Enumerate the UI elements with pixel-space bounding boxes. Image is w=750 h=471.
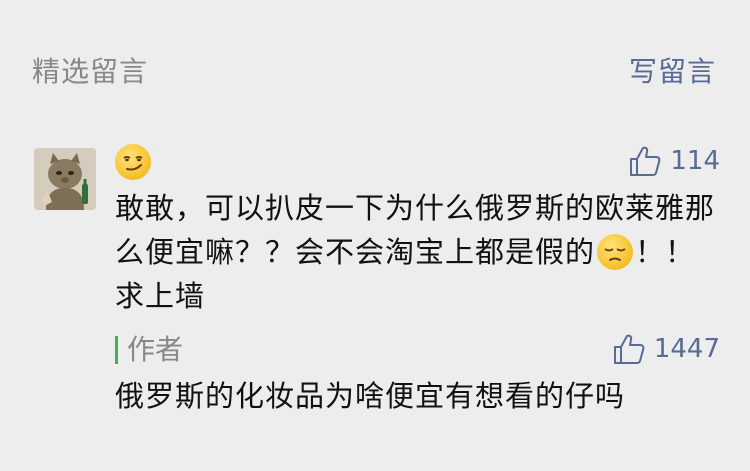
comment-item: 114 敢敢，可以扒皮一下为什么俄罗斯的欧莱雅那么便宜嘛？？会不会淘宝上都是假的…	[0, 142, 750, 442]
cat-avatar-icon	[34, 148, 96, 210]
comment-first-line: 114	[115, 144, 720, 184]
section-header: 精选留言 写留言	[32, 50, 716, 90]
reply-indicator-bar	[115, 336, 118, 364]
thumbs-up-icon	[630, 146, 661, 176]
comment-like-button[interactable]: 114	[628, 144, 720, 178]
write-comment-link[interactable]: 写留言	[629, 50, 716, 90]
avatar[interactable]	[34, 148, 96, 210]
reply-like-count: 1447	[653, 334, 720, 364]
reply-like-button[interactable]: 1447	[612, 332, 720, 366]
comment-text: 敢敢，可以扒皮一下为什么俄罗斯的欧莱雅那么便宜嘛？？会不会淘宝上都是假的 ！！求…	[115, 186, 720, 318]
pensive-emoji-icon	[597, 234, 634, 270]
thumbs-up-icon	[613, 334, 645, 364]
reply-author-label: 作者	[127, 333, 184, 366]
section-title: 精选留言	[32, 55, 149, 88]
comment-like-count: 114	[670, 146, 720, 176]
reply-text: 俄罗斯的化妆品为啥便宜有想看的仔吗	[115, 379, 626, 413]
smirk-emoji-icon	[115, 144, 151, 180]
author-reply: 作者 1447 俄罗斯的化妆品为啥便宜有想看的仔吗	[115, 328, 720, 438]
